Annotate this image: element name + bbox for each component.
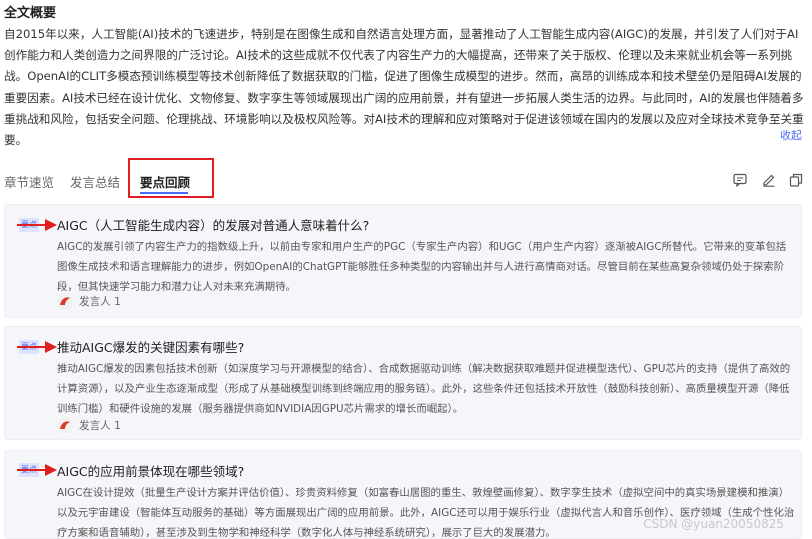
key-point-tag: 要点 [17,463,57,477]
edit-icon[interactable] [761,172,777,188]
red-arrow-icon [17,219,57,231]
avatar-icon [57,293,73,309]
key-point-body: 推动AIGC爆发的因素包括技术创新（如深度学习与开源模型的结合）、合成数据驱动训… [57,363,791,415]
tab-speaker-summary[interactable]: 发言总结 [70,172,120,191]
comment-icon[interactable] [732,172,748,188]
summary-text: 自2015年以来，人工智能(AI)技术的飞速进步，特别是在图像生成和自然语言处理… [4,27,804,148]
speaker-name: 发言人 1 [79,419,121,432]
copy-icon[interactable] [788,172,804,188]
key-point-title: AIGC的应用前景体现在哪些领域? [57,464,245,479]
key-point-card: 要点 AIGC（人工智能生成内容）的发展对普通人意味着什么? AIGC的发展引领… [4,204,802,318]
speaker: 发言人 1 [57,417,121,433]
avatar-icon [57,417,73,433]
watermark: CSDN @yuan20050825 [643,517,784,531]
key-point-body: AIGC的发展引领了内容生产力的指数级上升，以前由专家和用户生产的PGC（专家生… [57,241,787,293]
key-point-title: 推动AIGC爆发的关键因素有哪些? [57,340,245,355]
speaker-avatar [57,293,73,309]
collapse-link[interactable]: 收起 [780,127,802,143]
key-point-tag: 要点 [17,218,57,232]
tab-chapter-overview[interactable]: 章节速览 [4,172,54,191]
key-point-title: AIGC（人工智能生成内容）的发展对普通人意味着什么? [57,218,370,233]
speaker-name: 发言人 1 [79,295,121,308]
summary-title: 全文概要 [4,6,57,21]
red-arrow-icon [17,341,57,353]
speaker-avatar [57,417,73,433]
tab-bar: 章节速览 发言总结 要点回顾 [0,158,812,198]
red-arrow-icon [17,464,57,476]
highlight-box [128,158,214,198]
key-point-tag: 要点 [17,340,57,354]
speaker: 发言人 1 [57,293,121,309]
key-point-card: 要点 推动AIGC爆发的关键因素有哪些? 推动AIGC爆发的因素包括技术创新（如… [4,326,802,440]
